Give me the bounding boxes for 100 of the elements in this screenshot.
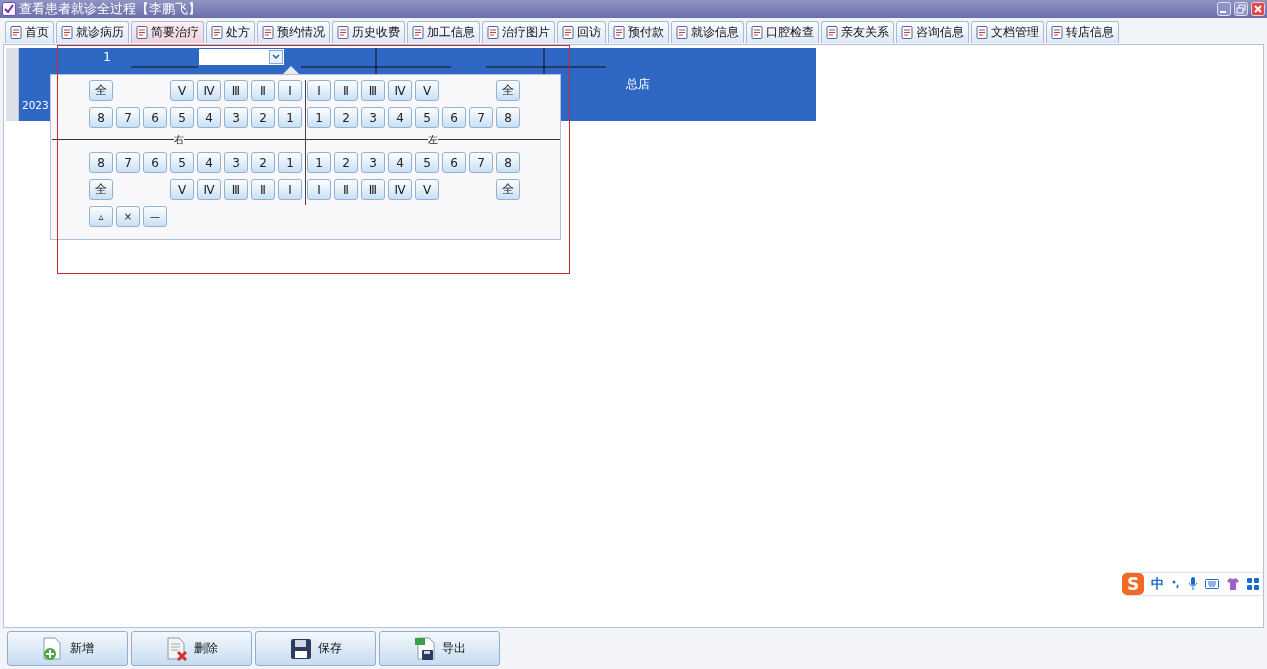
tooth-button[interactable]: 7 bbox=[469, 107, 493, 128]
tooth-button[interactable]: 7 bbox=[469, 152, 493, 173]
tooth-button[interactable]: 1 bbox=[278, 107, 302, 128]
tooth-button[interactable]: 5 bbox=[415, 107, 439, 128]
tooth-button[interactable]: 8 bbox=[496, 152, 520, 173]
tooth-button[interactable]: 5 bbox=[415, 152, 439, 173]
action-button[interactable]: 保存 bbox=[255, 631, 376, 666]
tooth-button[interactable]: 6 bbox=[442, 107, 466, 128]
tooth-button[interactable]: 8 bbox=[496, 107, 520, 128]
tooth-button[interactable]: 2 bbox=[251, 152, 275, 173]
tab[interactable]: 就诊信息 bbox=[671, 21, 744, 43]
new-page-icon bbox=[41, 636, 64, 661]
tooth-button[interactable]: 4 bbox=[197, 152, 221, 173]
tooth-button[interactable]: Ⅰ bbox=[278, 179, 302, 200]
tooth-button[interactable]: Ⅴ bbox=[170, 80, 194, 101]
tooth-button[interactable]: Ⅲ bbox=[361, 179, 385, 200]
tooth-button[interactable]: Ⅱ bbox=[334, 179, 358, 200]
tab[interactable]: 转店信息 bbox=[1046, 21, 1119, 43]
tooth-button[interactable]: Ⅳ bbox=[388, 179, 412, 200]
tooth-button[interactable]: 5 bbox=[170, 152, 194, 173]
checkbox-icon bbox=[2, 2, 16, 16]
action-button[interactable]: 新增 bbox=[7, 631, 128, 666]
tab[interactable]: 咨询信息 bbox=[896, 21, 969, 43]
minimize-icon[interactable] bbox=[1217, 2, 1231, 16]
tab[interactable]: 就诊病历 bbox=[56, 21, 129, 43]
tooth-button[interactable]: Ⅰ bbox=[307, 179, 331, 200]
tooth-button[interactable]: 8 bbox=[89, 107, 113, 128]
tooth-button[interactable]: 1 bbox=[307, 107, 331, 128]
tooth-button[interactable]: 7 bbox=[116, 152, 140, 173]
action-button[interactable]: 删除 bbox=[131, 631, 252, 666]
page-icon bbox=[61, 26, 73, 39]
tooth-button[interactable]: 4 bbox=[388, 107, 412, 128]
keyboard-icon[interactable] bbox=[1205, 579, 1219, 589]
tooth-button[interactable]: Ⅲ bbox=[224, 80, 248, 101]
tooth-button[interactable]: Ⅴ bbox=[415, 179, 439, 200]
shirt-icon[interactable] bbox=[1226, 577, 1240, 591]
tooth-button[interactable]: 4 bbox=[197, 107, 221, 128]
action-button[interactable]: 导出 bbox=[379, 631, 500, 666]
tab[interactable]: 亲友关系 bbox=[821, 21, 894, 43]
restore-icon[interactable] bbox=[1234, 2, 1248, 16]
tab[interactable]: 预约情况 bbox=[257, 21, 330, 43]
tooth-button[interactable]: 全 bbox=[496, 179, 520, 200]
page-icon bbox=[10, 26, 22, 39]
tooth-button[interactable]: 1 bbox=[307, 152, 331, 173]
tooth-button[interactable]: 3 bbox=[361, 152, 385, 173]
dropdown-button[interactable] bbox=[269, 50, 283, 64]
side-label: 右 bbox=[174, 134, 184, 146]
tab[interactable]: 简要治疗 bbox=[131, 21, 204, 43]
tab[interactable]: 加工信息 bbox=[407, 21, 480, 43]
tooth-button[interactable]: Ⅱ bbox=[251, 80, 275, 101]
tab[interactable]: 历史收费 bbox=[332, 21, 405, 43]
tooth-button[interactable]: 3 bbox=[224, 152, 248, 173]
microphone-icon[interactable] bbox=[1188, 577, 1198, 591]
tab[interactable]: 预付款 bbox=[608, 21, 669, 43]
symbol-button[interactable]: — bbox=[143, 206, 167, 227]
tab[interactable]: 首页 bbox=[5, 21, 54, 43]
tooth-button[interactable]: Ⅱ bbox=[251, 179, 275, 200]
tooth-button[interactable]: 全 bbox=[496, 80, 520, 101]
page-icon bbox=[337, 26, 349, 39]
tooth-button[interactable]: 全 bbox=[89, 179, 113, 200]
tooth-button[interactable]: 2 bbox=[251, 107, 275, 128]
tooth-button[interactable]: Ⅰ bbox=[307, 80, 331, 101]
tooth-button[interactable]: Ⅱ bbox=[334, 80, 358, 101]
tooth-button[interactable]: 6 bbox=[442, 152, 466, 173]
tooth-button[interactable]: Ⅳ bbox=[197, 80, 221, 101]
tooth-button[interactable]: 1 bbox=[278, 152, 302, 173]
tooth-button[interactable]: 5 bbox=[170, 107, 194, 128]
tooth-button[interactable]: 4 bbox=[388, 152, 412, 173]
tooth-button[interactable]: 2 bbox=[334, 107, 358, 128]
tooth-button[interactable]: Ⅴ bbox=[415, 80, 439, 101]
tab[interactable]: 回访 bbox=[557, 21, 606, 43]
tooth-button[interactable]: Ⅰ bbox=[278, 80, 302, 101]
tooth-button[interactable]: 3 bbox=[361, 107, 385, 128]
tooth-input-field[interactable] bbox=[199, 49, 284, 65]
symbol-button[interactable]: ▵ bbox=[89, 206, 113, 227]
page-icon bbox=[262, 26, 274, 39]
punctuation-icon[interactable] bbox=[1171, 579, 1181, 589]
tab[interactable]: 处方 bbox=[206, 21, 255, 43]
tooth-button[interactable]: Ⅲ bbox=[361, 80, 385, 101]
tooth-button[interactable]: 2 bbox=[334, 152, 358, 173]
symbol-button[interactable]: × bbox=[116, 206, 140, 227]
tooth-button[interactable]: 8 bbox=[89, 152, 113, 173]
tooth-button[interactable]: 6 bbox=[143, 107, 167, 128]
tooth-button[interactable]: 全 bbox=[89, 80, 113, 101]
tooth-button[interactable]: Ⅲ bbox=[224, 179, 248, 200]
tab[interactable]: 文档管理 bbox=[971, 21, 1044, 43]
tooth-button[interactable]: 7 bbox=[116, 107, 140, 128]
tooth-button[interactable]: Ⅳ bbox=[197, 179, 221, 200]
tooth-button[interactable]: 3 bbox=[224, 107, 248, 128]
tooth-button[interactable]: Ⅴ bbox=[170, 179, 194, 200]
page-icon bbox=[412, 26, 424, 39]
ime-mode-button[interactable]: 中 bbox=[1151, 575, 1164, 593]
tooth-button[interactable]: 6 bbox=[143, 152, 167, 173]
tab[interactable]: 治疗图片 bbox=[482, 21, 555, 43]
tab[interactable]: 口腔检查 bbox=[746, 21, 819, 43]
store-text: 总店 bbox=[625, 76, 651, 93]
close-icon[interactable] bbox=[1251, 2, 1265, 16]
grid-icon[interactable] bbox=[1247, 578, 1259, 590]
page-icon bbox=[613, 26, 625, 39]
tooth-button[interactable]: Ⅳ bbox=[388, 80, 412, 101]
